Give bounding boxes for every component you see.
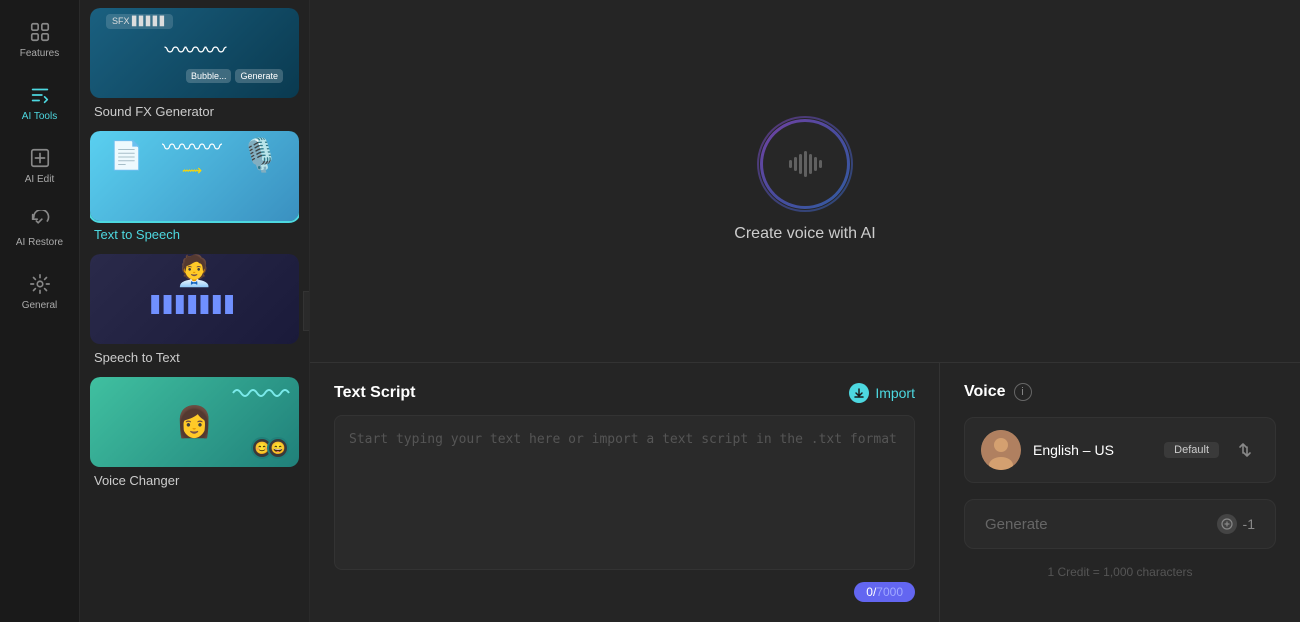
stt-wave-icon: ▋▋▋▋▋▋▋ — [151, 295, 237, 315]
tts-doc-icon: 📄 — [109, 139, 144, 172]
main-area: Create voice with AI Text Script Import — [310, 0, 1300, 622]
bottom-panel: Text Script Import 0/7000 — [310, 362, 1300, 622]
tool-card-vc[interactable]: 👩 😊 😄 Voice Changer — [90, 377, 299, 492]
ai-tools-icon — [28, 83, 52, 107]
waveform-visual — [789, 149, 822, 179]
voice-title-row: Voice i — [964, 383, 1276, 401]
sidebar: Features AI Tools AI Edit AI Res — [0, 0, 80, 622]
tool-card-stt[interactable]: 🧑‍💼 ▋▋▋▋▋▋▋ Speech to Text — [90, 254, 299, 369]
max-chars: 7000 — [876, 585, 903, 599]
sidebar-item-features-label: Features — [20, 48, 59, 59]
credit-info: 1 Credit = 1,000 characters — [964, 565, 1276, 579]
sidebar-item-general[interactable]: General — [4, 264, 76, 319]
tool-card-tts[interactable]: 📄 〰〰〰 ⟿ 🎙️ Text to Speech — [90, 131, 299, 246]
tool-stt-label: Speech to Text — [90, 344, 299, 369]
credit-icon — [1217, 514, 1237, 534]
sidebar-item-features[interactable]: Features — [4, 12, 76, 67]
generate-button[interactable]: Generate -1 — [964, 499, 1276, 549]
sidebar-item-ai-edit[interactable]: AI Edit — [4, 138, 76, 193]
generate-label: Generate — [985, 516, 1048, 533]
vc-faces: 😊 😄 — [251, 437, 289, 459]
tool-panel: SFX ▋▋▋▋▋ 〰〰〰 Bubble... Generate Sound F… — [80, 0, 310, 622]
credit-cost: -1 — [1217, 514, 1255, 534]
create-voice-label: Create voice with AI — [734, 225, 875, 243]
sidebar-item-ai-restore-label: AI Restore — [16, 237, 63, 248]
features-icon — [28, 20, 52, 44]
sidebar-item-ai-restore[interactable]: AI Restore — [4, 201, 76, 256]
tool-card-sfx[interactable]: SFX ▋▋▋▋▋ 〰〰〰 Bubble... Generate Sound F… — [90, 8, 299, 123]
voice-avatar — [981, 430, 1021, 470]
script-title: Text Script — [334, 384, 416, 402]
script-header: Text Script Import — [334, 383, 915, 403]
counter-badge: 0/7000 — [854, 582, 915, 602]
default-badge: Default — [1164, 442, 1219, 458]
sidebar-item-ai-tools[interactable]: AI Tools — [4, 75, 76, 130]
credit-cost-value: -1 — [1243, 516, 1255, 532]
sidebar-item-ai-edit-label: AI Edit — [25, 174, 54, 185]
tool-sfx-label: Sound FX Generator — [90, 98, 299, 123]
voice-section: Voice i English – US Default — [940, 363, 1300, 622]
tool-vc-label: Voice Changer — [90, 467, 299, 492]
panel-collapse-button[interactable] — [303, 291, 310, 331]
tts-mic-icon: 🎙️ — [240, 136, 280, 174]
voice-name: English – US — [1033, 442, 1152, 458]
sidebar-item-general-label: General — [22, 300, 58, 311]
ai-restore-icon — [28, 209, 52, 233]
vc-person-icon: 👩 — [176, 405, 213, 440]
tts-wave-icon: 〰〰〰 — [162, 131, 222, 160]
import-button[interactable]: Import — [849, 383, 915, 403]
voice-info-icon[interactable]: i — [1014, 383, 1032, 401]
voice-selector[interactable]: English – US Default — [964, 417, 1276, 483]
preview-area: Create voice with AI — [310, 0, 1300, 362]
sidebar-item-ai-tools-label: AI Tools — [22, 111, 57, 122]
char-counter: 0/7000 — [334, 582, 915, 602]
import-label: Import — [875, 385, 915, 401]
ai-edit-icon — [28, 146, 52, 170]
voice-orb — [760, 119, 850, 209]
swap-icon[interactable] — [1231, 436, 1259, 464]
stt-person-icon: 🧑‍💼 — [176, 254, 213, 289]
tool-tts-label: Text to Speech — [90, 221, 299, 246]
import-icon — [849, 383, 869, 403]
script-section: Text Script Import 0/7000 — [310, 363, 940, 622]
voice-section-title: Voice — [964, 383, 1006, 401]
general-icon — [28, 272, 52, 296]
script-textarea[interactable] — [334, 415, 915, 570]
vc-wave-icon — [231, 385, 291, 404]
current-chars: 0 — [866, 585, 873, 599]
